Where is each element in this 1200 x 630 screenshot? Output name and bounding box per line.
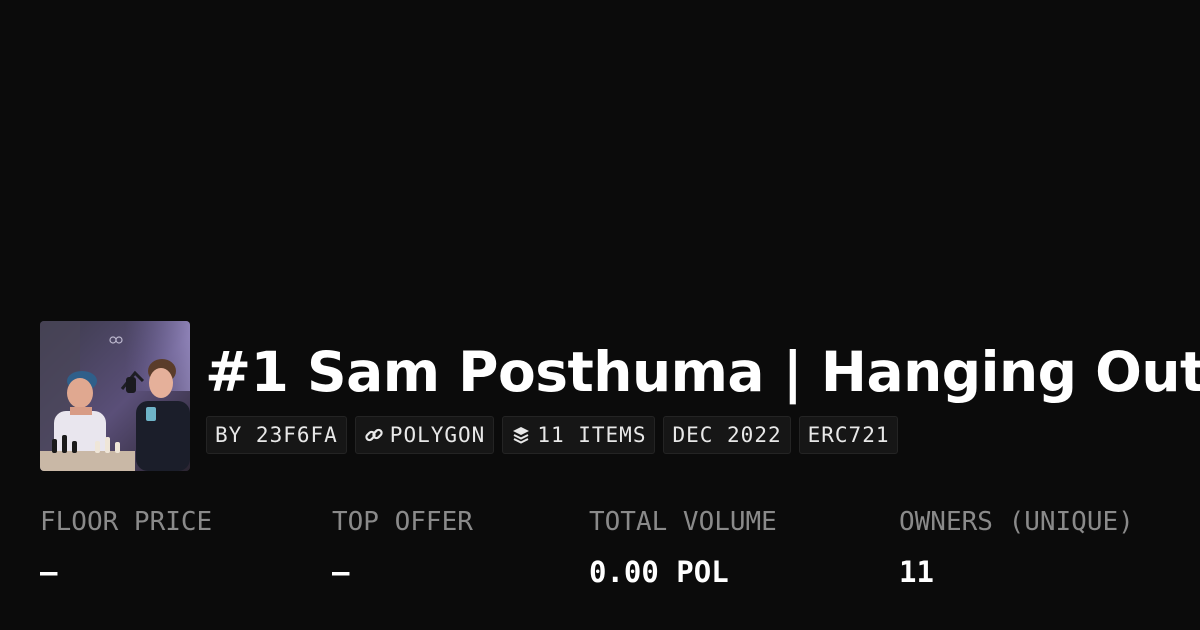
items-label: 11 ITEMS: [537, 423, 647, 447]
owners-label: OWNERS (UNIQUE): [899, 507, 1134, 537]
creator-badge[interactable]: BY 23F6FA: [206, 416, 347, 454]
creator-label: BY 23F6FA: [215, 423, 338, 447]
owners-stat: OWNERS (UNIQUE) 11: [899, 506, 1134, 588]
date-label: DEC 2022: [672, 423, 782, 447]
standard-badge: ERC721: [798, 416, 899, 454]
top-offer-value: –: [332, 555, 350, 589]
date-badge: DEC 2022: [663, 416, 791, 454]
collection-thumbnail: [40, 321, 190, 471]
floor-price-label: FLOOR PRICE: [40, 507, 213, 537]
items-badge[interactable]: 11 ITEMS: [502, 416, 656, 454]
layers-icon: [511, 425, 531, 445]
link-icon: [364, 425, 384, 445]
top-offer-stat: TOP OFFER –: [332, 506, 473, 588]
chain-label: POLYGON: [389, 423, 486, 447]
top-offer-label: TOP OFFER: [332, 507, 473, 537]
owners-value: 11: [899, 555, 934, 589]
chain-badge[interactable]: POLYGON: [354, 416, 495, 454]
collection-title: #1 Sam Posthuma | Hanging Out: [205, 340, 1200, 404]
total-volume-value: 0.00 POL: [589, 555, 729, 589]
collection-badges: BY 23F6FA POLYGON 11 ITEMS DEC 2022 ERC7…: [206, 416, 899, 454]
total-volume-label: TOTAL VOLUME: [589, 507, 777, 537]
standard-label: ERC721: [807, 423, 890, 447]
total-volume-stat: TOTAL VOLUME 0.00 POL: [589, 506, 777, 588]
floor-price-stat: FLOOR PRICE –: [40, 506, 212, 588]
floor-price-value: –: [40, 555, 58, 589]
